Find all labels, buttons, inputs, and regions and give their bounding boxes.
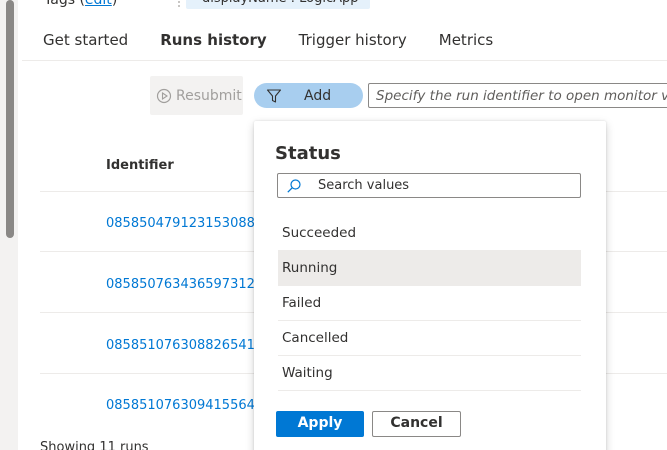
add-filter-label: Add — [304, 87, 332, 104]
status-option-waiting[interactable]: Waiting — [278, 356, 581, 391]
cancel-button[interactable]: Cancel — [372, 411, 461, 437]
tab-runs-history[interactable]: Runs history — [160, 30, 266, 54]
tags-edit-link[interactable]: edit — [85, 0, 112, 8]
status-filter-panel: Status Search values Succeeded Running F… — [254, 121, 606, 450]
tabs-divider — [22, 60, 667, 61]
search-icon — [286, 178, 302, 194]
run-identifier-link[interactable]: 08585047912315308864 — [106, 216, 256, 231]
filter-panel-title: Status — [275, 143, 341, 164]
tags-label: Tags — [44, 0, 75, 8]
run-identifier-search-input[interactable]: Specify the run identifier to open monit… — [368, 83, 667, 108]
column-header-identifier[interactable]: Identifier — [106, 158, 174, 173]
tags-row: Tags (edit) — [44, 0, 117, 8]
resubmit-play-icon — [156, 88, 172, 104]
status-option-succeeded[interactable]: Succeeded — [278, 216, 581, 251]
tag-separator — [178, 1, 180, 7]
resubmit-label: Resubmit — [176, 87, 242, 104]
apply-button[interactable]: Apply — [276, 411, 364, 437]
run-identifier-link[interactable]: 08585107630941556481 — [106, 398, 256, 413]
resubmit-button[interactable]: Resubmit — [150, 76, 243, 115]
status-option-running[interactable]: Running — [278, 251, 581, 286]
tag-chip: displayName : LogicApp — [186, 0, 370, 9]
filter-funnel-icon — [266, 88, 282, 104]
tab-bar: Get started Runs history Trigger history… — [43, 30, 525, 54]
add-filter-button[interactable]: Add — [254, 83, 363, 108]
tab-trigger-history[interactable]: Trigger history — [299, 30, 407, 54]
tab-metrics[interactable]: Metrics — [439, 30, 493, 54]
filter-values-search-input[interactable]: Search values — [277, 173, 581, 198]
status-option-failed[interactable]: Failed — [278, 286, 581, 321]
scrollbar-thumb[interactable] — [6, 0, 14, 238]
tab-get-started[interactable]: Get started — [43, 30, 128, 54]
filter-search-placeholder: Search values — [318, 178, 410, 193]
run-identifier-link[interactable]: 08585107630882654129 — [106, 338, 256, 353]
status-option-cancelled[interactable]: Cancelled — [278, 321, 581, 356]
left-scroll-strip — [0, 0, 18, 450]
runs-count-footer: Showing 11 runs — [40, 440, 149, 450]
run-identifier-link[interactable]: 08585076343659731249 — [106, 277, 256, 292]
